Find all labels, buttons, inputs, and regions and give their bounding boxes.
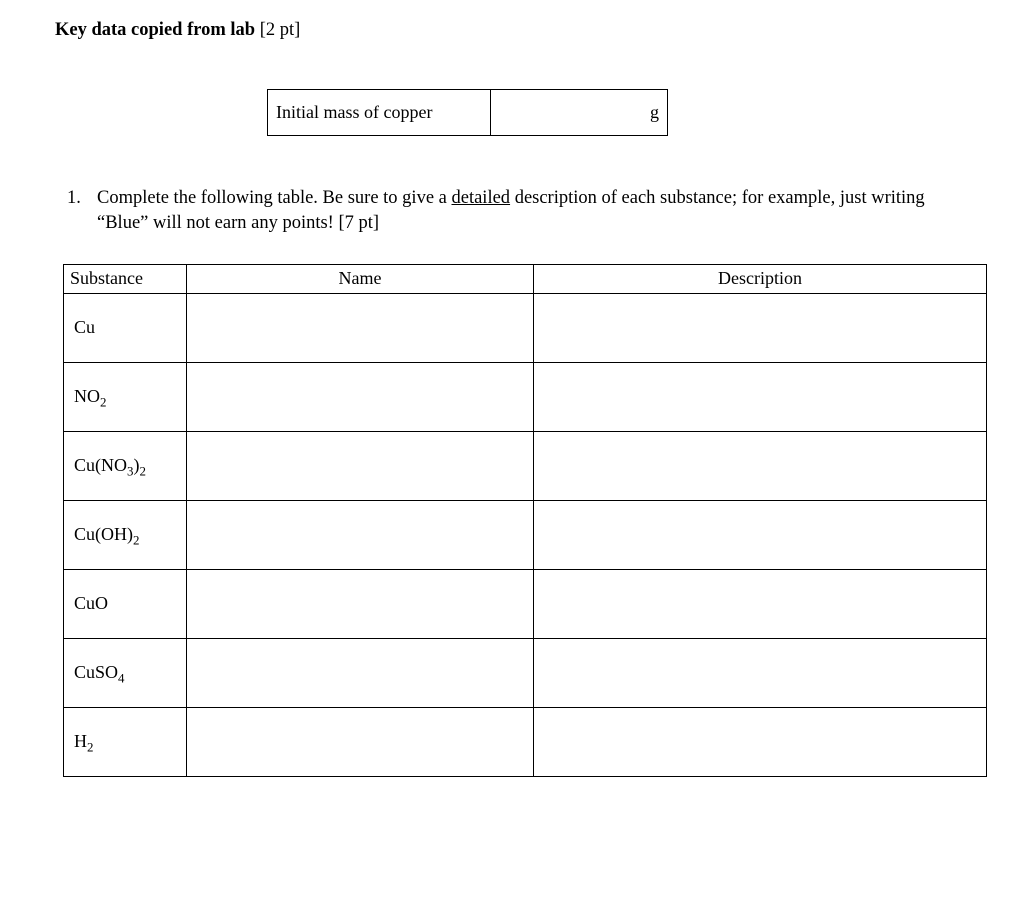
description-cell [534,500,987,569]
name-cell [187,362,534,431]
mass-row: Initial mass of copper g [268,90,668,136]
description-cell [534,638,987,707]
name-cell [187,638,534,707]
table-row: H2 [64,707,987,776]
header-description: Description [534,264,987,293]
substance-cell: Cu [64,293,187,362]
table-row: Cu(NO3)2 [64,431,987,500]
substance-cell: Cu(OH)2 [64,500,187,569]
question-number: 1. [67,186,97,236]
table-row: Cu [64,293,987,362]
substance-table: Substance Name Description CuNO2Cu(NO3)2… [63,264,987,777]
page: Key data copied from lab [2 pt] Initial … [0,0,1024,924]
table-row: CuO [64,569,987,638]
substance-cell: Cu(NO3)2 [64,431,187,500]
question-text: Complete the following table. Be sure to… [97,186,974,236]
table-row: Cu(OH)2 [64,500,987,569]
table-row: CuSO4 [64,638,987,707]
table-body: CuNO2Cu(NO3)2Cu(OH)2CuOCuSO4H2 [64,293,987,776]
header-substance: Substance [64,264,187,293]
question-text-a: Complete the following table. Be sure to… [97,188,452,208]
question-text-detailed: detailed [452,188,511,208]
substance-cell: H2 [64,707,187,776]
mass-unit: g [650,102,659,122]
description-cell [534,569,987,638]
mass-value-cell: g [491,90,668,136]
table-header-row: Substance Name Description [64,264,987,293]
description-cell [534,707,987,776]
header-name: Name [187,264,534,293]
substance-cell: CuSO4 [64,638,187,707]
heading-points: [2 pt] [255,20,300,40]
question-1: 1. Complete the following table. Be sure… [67,186,974,236]
section-heading: Key data copied from lab [2 pt] [55,20,974,41]
description-cell [534,362,987,431]
description-cell [534,293,987,362]
table-row: NO2 [64,362,987,431]
name-cell [187,293,534,362]
name-cell [187,707,534,776]
mass-table: Initial mass of copper g [267,89,668,136]
substance-cell: CuO [64,569,187,638]
mass-label-cell: Initial mass of copper [268,90,491,136]
name-cell [187,500,534,569]
name-cell [187,569,534,638]
heading-bold: Key data copied from lab [55,20,255,40]
substance-cell: NO2 [64,362,187,431]
description-cell [534,431,987,500]
name-cell [187,431,534,500]
